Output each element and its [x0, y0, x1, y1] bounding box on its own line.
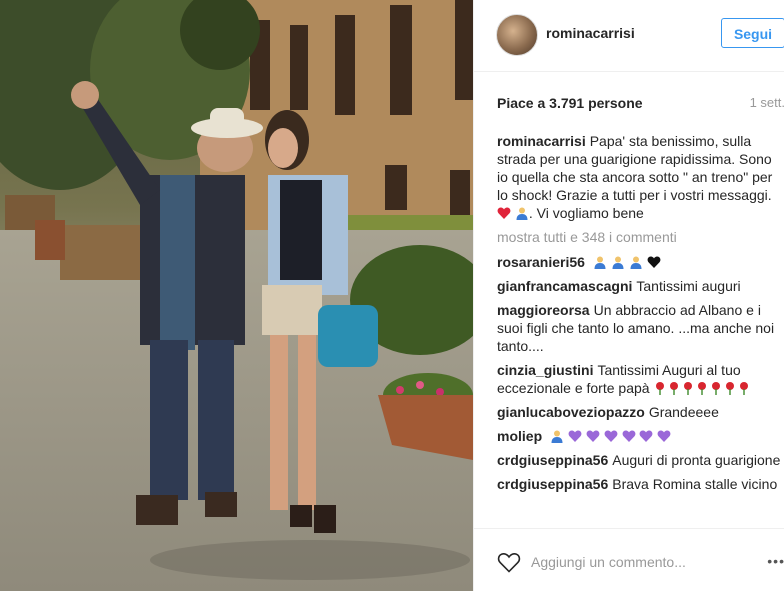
rose-icon: [740, 382, 749, 395]
heart-icon[interactable]: [497, 551, 521, 573]
likes-count[interactable]: Piace a 3.791 persone: [497, 95, 643, 111]
purple-heart-icon: [622, 430, 635, 442]
comment-text: Auguri di pronta guarigione: [612, 452, 781, 468]
person-icon: [594, 256, 606, 269]
avatar[interactable]: [496, 14, 538, 56]
comment-username[interactable]: crdgiuseppina56: [497, 452, 608, 468]
comment-row: rosaranieri56: [497, 253, 784, 271]
rose-icon: [684, 382, 693, 395]
comment-row: crdgiuseppina56 Brava Romina stalle vicin…: [497, 475, 784, 493]
comment-row: gianfrancamascagni Tantissimi auguri: [497, 277, 784, 295]
person-icon: [551, 430, 563, 443]
caption-closing: . Vi vogliamo bene: [528, 205, 644, 221]
post-photo[interactable]: [0, 0, 473, 591]
likes-row: Piace a 3.791 persone 1 sett.: [497, 95, 784, 113]
comment-text: Brava Romina stalle vicino: [612, 476, 778, 492]
photo-illustration: [0, 0, 473, 591]
post-time[interactable]: 1 sett.: [750, 95, 784, 110]
purple-heart-icon: [568, 430, 582, 442]
black-heart-icon: [647, 256, 660, 268]
rose-icon: [670, 382, 679, 395]
comment-row: crdgiuseppina56 Auguri di pronta guarigio…: [497, 451, 784, 469]
comment-row: maggioreorsa Un abbraccio ad Albano e i s…: [497, 301, 784, 355]
comment-row: moliep: [497, 427, 784, 445]
person-icon: [516, 207, 528, 220]
view-all-comments[interactable]: mostra tutti e 348 i commenti: [497, 228, 784, 246]
comment-username[interactable]: moliep: [497, 428, 542, 444]
add-comment-input[interactable]: Aggiungi un commento...: [531, 554, 686, 570]
post-sidebar: rominacarrisi Segui Piace a 3.791 person…: [473, 0, 784, 591]
rose-icon: [726, 382, 735, 395]
purple-heart-icon: [640, 430, 653, 442]
comment-row: cinzia_giustini Tantissimi Auguri al tuo …: [497, 361, 784, 397]
purple-heart-icon: [586, 430, 600, 442]
caption: rominacarrisi Papa' sta benissimo, sulla …: [497, 132, 784, 222]
comments-list[interactable]: rominacarrisi Papa' sta benissimo, sulla …: [497, 132, 784, 528]
comment-username[interactable]: maggioreorsa: [497, 302, 590, 318]
follow-button[interactable]: Segui: [721, 18, 784, 48]
more-options-icon[interactable]: •••: [767, 553, 784, 569]
red-heart-icon: [497, 207, 511, 219]
person-icon: [630, 256, 642, 269]
comment-username[interactable]: gianlucaboveziopazzo: [497, 404, 645, 420]
comment-username[interactable]: cinzia_giustini: [497, 362, 593, 378]
rose-emojis: [653, 380, 751, 396]
comment-username[interactable]: rosaranieri56: [497, 254, 585, 270]
caption-username[interactable]: rominacarrisi: [497, 133, 586, 149]
person-icon: [612, 256, 624, 269]
post-username[interactable]: rominacarrisi: [546, 25, 635, 41]
comment-bar: Aggiungi un commento... •••: [474, 528, 784, 591]
rose-icon: [698, 382, 707, 395]
purple-heart-icon: [604, 430, 618, 442]
post-header: rominacarrisi Segui: [474, 0, 784, 72]
rose-icon: [712, 382, 721, 395]
comment-text: Tantissimi auguri: [636, 278, 741, 294]
comment-row: gianlucaboveziopazzo Grandeeee: [497, 403, 784, 421]
comment-text: Grandeeee: [648, 404, 719, 420]
purple-heart-icon: [657, 430, 671, 442]
comment-username[interactable]: gianfrancamascagni: [497, 278, 632, 294]
comment-username[interactable]: crdgiuseppina56: [497, 476, 608, 492]
rose-icon: [656, 382, 665, 395]
